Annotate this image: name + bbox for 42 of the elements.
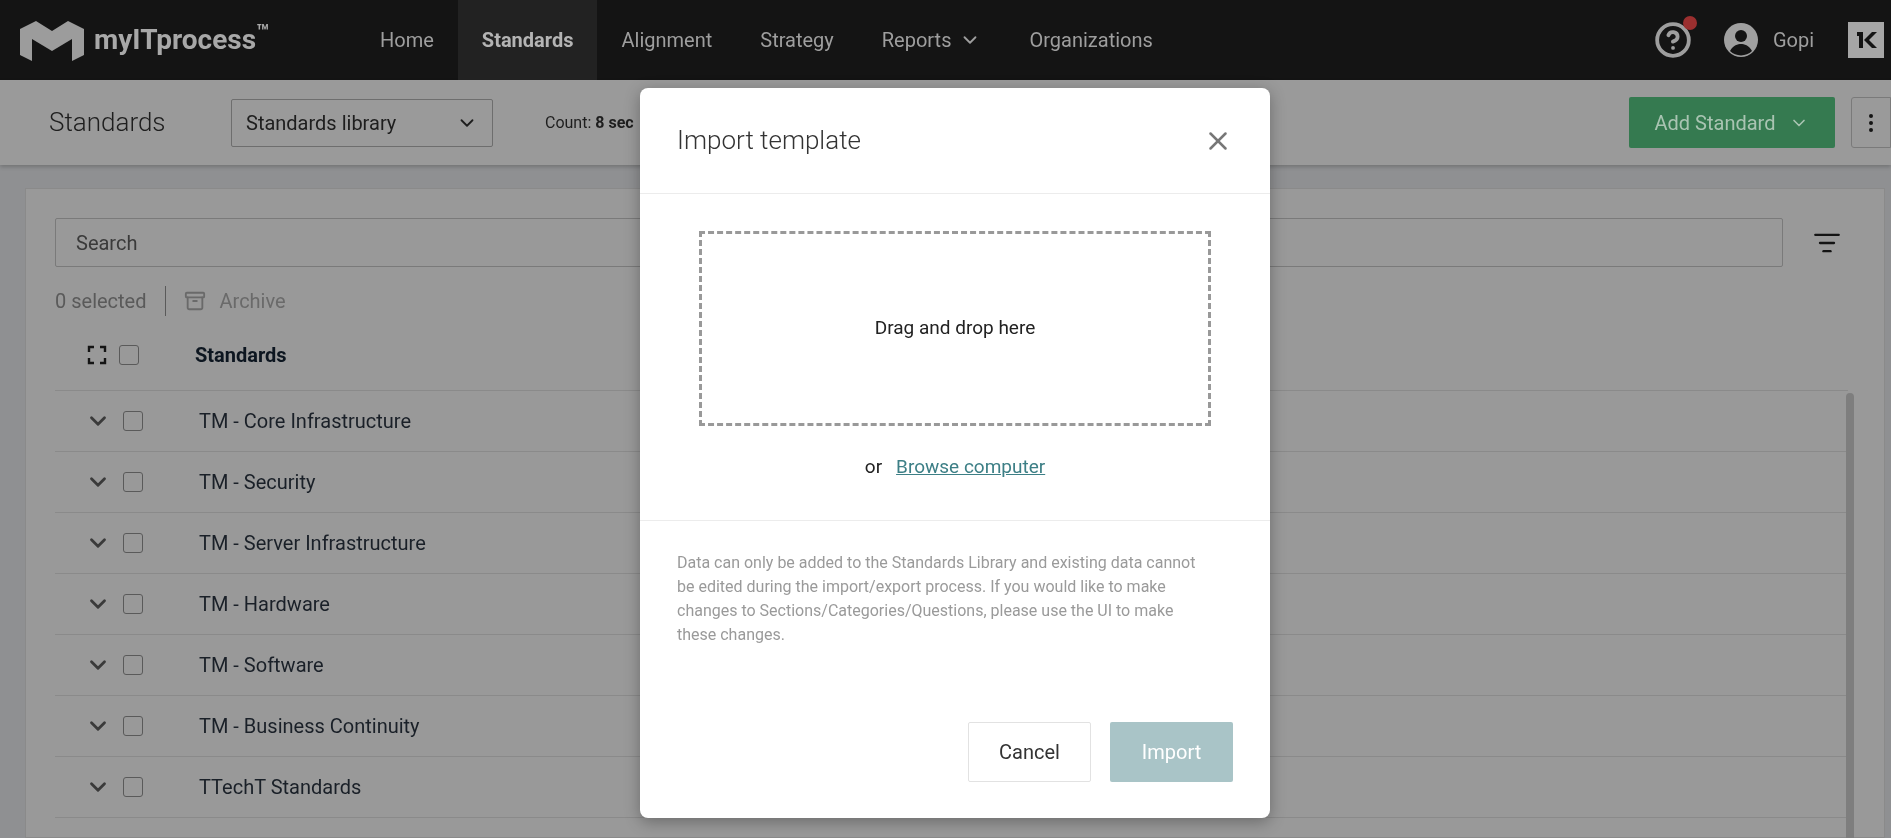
page-title: Standards: [49, 106, 167, 139]
checkbox[interactable]: [123, 655, 143, 675]
scrollbar[interactable]: [1846, 393, 1854, 838]
browse-computer-link[interactable]: Browse computer: [896, 453, 1046, 482]
expand-all-icon[interactable]: [87, 344, 107, 365]
standard-name: TM - Software: [199, 652, 324, 679]
checkbox[interactable]: [123, 472, 143, 492]
or-text: or: [864, 454, 883, 480]
nav-tab[interactable]: Home: [356, 0, 458, 80]
column-header: Standards: [195, 341, 287, 369]
archive-icon: [183, 290, 206, 312]
nav-tab[interactable]: Organizations: [1005, 0, 1177, 80]
standard-name: TM - Hardware: [199, 591, 330, 618]
standard-name: TTechT Standards: [199, 774, 362, 801]
help-icon: [1653, 21, 1692, 59]
checkbox[interactable]: [123, 411, 143, 431]
checkbox[interactable]: [119, 344, 139, 365]
checkbox[interactable]: [123, 594, 143, 614]
cancel-button[interactable]: Cancel: [968, 722, 1091, 782]
standard-name: TM - Core Infrastructure: [199, 408, 412, 435]
user-avatar-icon[interactable]: [1722, 22, 1759, 58]
standard-name: TM - Business Continuity: [199, 713, 420, 740]
library-select[interactable]: Standards library: [231, 98, 493, 147]
selected-count: 0 selected: [55, 288, 147, 315]
user-name[interactable]: Gopi: [1772, 25, 1814, 55]
logo-icon: [18, 19, 86, 61]
nav-tab[interactable]: Standards: [457, 0, 598, 80]
nav-tab[interactable]: Strategy: [736, 0, 858, 80]
standard-name: TM - Server Infrastructure: [199, 530, 426, 557]
standard-name: TM - Security: [199, 469, 316, 496]
count-text: Count: 8 sec: [545, 111, 634, 134]
drop-zone[interactable]: Drag and drop here: [699, 231, 1211, 426]
checkbox[interactable]: [123, 533, 143, 553]
app-logo-icon[interactable]: [1848, 22, 1884, 58]
checkbox[interactable]: [123, 716, 143, 736]
checkbox[interactable]: [123, 777, 143, 797]
nav-tab[interactable]: Alignment: [597, 0, 737, 80]
dialog-title: Import template: [677, 124, 861, 157]
import-note: Data can only be added to the Standards Library and existing data cannot be edited during the import/export process. If you would like to make changes to Sections/Categories/Questions, please use the UI to make these changes.: [676, 552, 1197, 646]
logo-text: myITprocess$^{™}$: [94, 19, 270, 58]
nav-tab[interactable]: Reports: [857, 0, 1006, 80]
more-options-icon: [1869, 113, 1873, 132]
